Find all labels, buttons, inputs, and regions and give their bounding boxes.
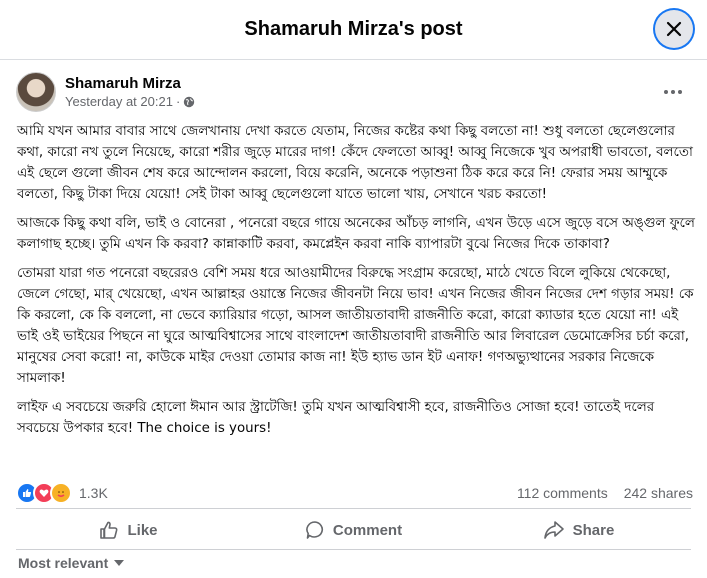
modal-title: Shamaruh Mirza's post	[244, 18, 463, 40]
meta-separator: ·	[175, 94, 181, 109]
comment-label: Comment	[332, 521, 403, 539]
post-text: আমি যখন আমার বাবার সাথে জেলখানায় দেখা ক…	[17, 121, 697, 447]
like-button[interactable]: Like	[16, 512, 241, 548]
share-icon	[543, 521, 564, 539]
post-header: Shamaruh Mirza Yesterday at 20:21 ·	[16, 70, 691, 114]
share-label: Share	[572, 521, 615, 539]
avatar[interactable]	[16, 72, 56, 112]
post-stats: 1.3K 112 comments 242 shares	[16, 480, 693, 506]
author-name[interactable]: Shamaruh Mirza	[65, 74, 195, 93]
sort-label: Most relevant	[18, 555, 109, 571]
like-label: Like	[127, 521, 158, 539]
reaction-count[interactable]: 1.3K	[79, 485, 108, 501]
post-paragraph: তোমরা যারা গত পনেরো বছরেরও বেশি সময় ধরে…	[17, 266, 694, 386]
post-modal: Shamaruh Mirza's post Shamaruh Mirza Yes…	[0, 0, 707, 578]
shares-count[interactable]: 242 shares	[624, 485, 693, 501]
more-options-button[interactable]	[659, 78, 687, 106]
post-actions: Like Comment Share	[16, 512, 691, 548]
comment-button[interactable]: Comment	[241, 512, 466, 548]
stats-right: 112 comments 242 shares	[517, 485, 693, 501]
post-paragraph: লাইফ এ সবচেয়ে জরুরি হোলো ঈমান আর স্ট্রা…	[17, 400, 655, 436]
globe-icon	[184, 96, 195, 107]
divider	[16, 549, 691, 550]
post-paragraph: আজকে কিছু কথা বলি, ভাই ও বোনেরা , পনেরো …	[17, 216, 695, 252]
scrollbar[interactable]	[701, 60, 707, 578]
comments-count[interactable]: 112 comments	[517, 485, 608, 501]
share-button[interactable]: Share	[466, 512, 691, 548]
author-block: Shamaruh Mirza Yesterday at 20:21 ·	[65, 74, 195, 110]
reaction-icons[interactable]	[16, 482, 72, 504]
post-meta: Yesterday at 20:21 ·	[65, 93, 195, 110]
comments-sort-dropdown[interactable]: Most relevant	[18, 555, 125, 571]
more-icon	[664, 90, 682, 94]
caret-down-icon	[114, 558, 125, 569]
care-reaction-icon	[50, 482, 72, 504]
comment-icon	[306, 521, 323, 539]
thumbs-up-icon	[100, 521, 118, 539]
close-button[interactable]	[655, 10, 693, 48]
divider	[16, 508, 691, 509]
post-timestamp[interactable]: Yesterday at 20:21	[65, 93, 173, 110]
close-icon	[666, 21, 682, 37]
modal-header: Shamaruh Mirza's post	[0, 0, 707, 60]
post-paragraph: আমি যখন আমার বাবার সাথে জেলখানায় দেখা ক…	[17, 124, 693, 202]
